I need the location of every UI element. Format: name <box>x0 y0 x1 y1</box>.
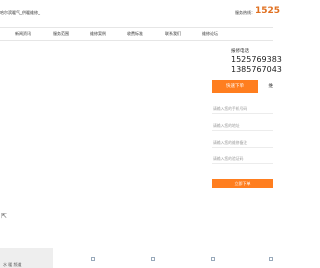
contact-title: 报修电话 <box>231 49 249 54</box>
broken-image-icon <box>211 257 215 261</box>
nav-item-news[interactable]: 新闻资讯 <box>15 31 31 37</box>
captcha-input[interactable]: 请输入您的验证码 <box>212 153 273 164</box>
nav-item-contact[interactable]: 联系我们 <box>165 31 181 37</box>
hotline-label: 服务热线： <box>235 10 255 15</box>
tab-second[interactable]: 维 <box>258 80 274 93</box>
tab-quick-order[interactable]: 快速下单 <box>212 80 258 93</box>
broken-image-icon <box>91 257 95 261</box>
broken-image-icon <box>269 257 273 261</box>
remark-input[interactable]: 请输入您的维修备注 <box>212 137 273 148</box>
phone-number-2[interactable]: 1385767043 <box>231 65 282 74</box>
site-brand[interactable]: 哈尔滨暖气_供暖维修_ <box>0 10 40 16</box>
address-input[interactable]: 请输入您的地址 <box>212 120 273 131</box>
hotline-number[interactable]: 1525 <box>255 6 280 16</box>
phone-input[interactable]: 请输入您的手机号码 <box>212 103 273 114</box>
mouse-cursor-icon: ⇱ <box>1 212 7 220</box>
main-nav: 新闻资讯 服务范围 维修案例 收费标准 联系我们 维修论坛 <box>0 27 273 41</box>
top-bar: 哈尔滨暖气_供暖维修_ 服务热线： 1525 <box>0 0 280 27</box>
bottom-card-label: 水 暖 频道 <box>3 262 22 267</box>
nav-item-forum[interactable]: 维修论坛 <box>202 31 218 37</box>
phone-number-1[interactable]: 1525769383 <box>231 55 282 64</box>
nav-item-cases[interactable]: 维修案例 <box>90 31 106 37</box>
nav-item-service[interactable]: 服务范围 <box>53 31 69 37</box>
submit-button[interactable]: 立即下单 <box>212 179 273 188</box>
broken-image-icon <box>151 257 155 261</box>
nav-item-pricing[interactable]: 收费标准 <box>127 31 143 37</box>
